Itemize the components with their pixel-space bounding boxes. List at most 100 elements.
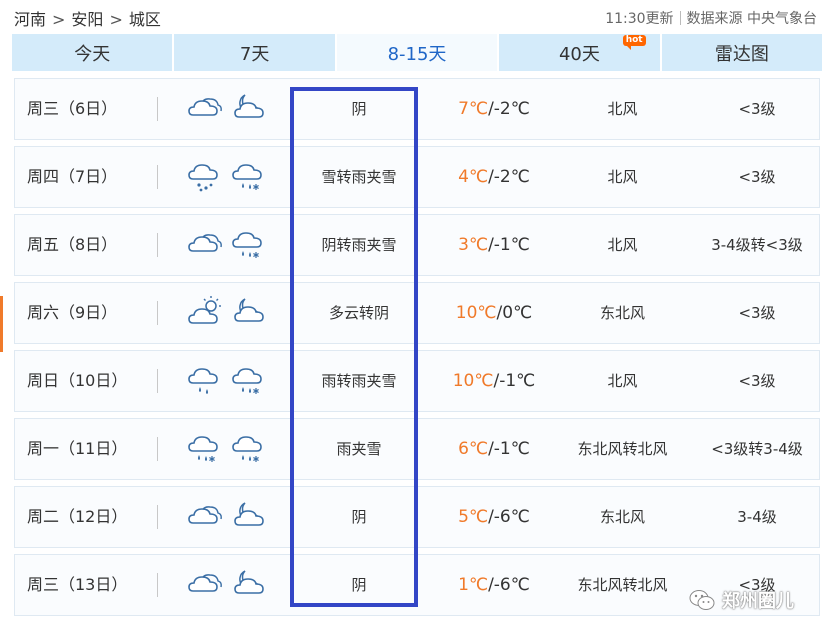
day-label: 周五（8日）: [27, 235, 118, 254]
weather-icons: [187, 91, 271, 127]
temp-low: -1℃: [499, 371, 536, 391]
divider: [157, 573, 158, 597]
weather-icons: [187, 567, 271, 603]
wind-direction: 北风: [607, 168, 638, 186]
tab-label: 40天: [558, 43, 600, 65]
temperature: 7℃/-2℃: [435, 79, 553, 139]
wind-direction: 北风: [607, 372, 638, 390]
divider: [157, 301, 158, 325]
wind-level: 3-4级: [737, 508, 777, 526]
divider: [157, 165, 158, 189]
sleet-icon: [232, 368, 262, 394]
weather-description: 阴: [351, 100, 367, 118]
cloudy-night-icon: [234, 298, 264, 322]
forecast-row[interactable]: 周二（12日） 阴 5℃/-6℃ 东北风 3-4级: [14, 486, 820, 548]
temp-low: -2℃: [493, 99, 530, 119]
breadcrumb-province[interactable]: 河南: [14, 6, 46, 30]
wind-level: <3级: [738, 372, 776, 390]
temp-high: 3℃: [458, 235, 489, 255]
forecast-row[interactable]: 周四（7日） 雪转雨夹雪 4℃/-2℃ 北风 <3级: [14, 146, 820, 208]
temp-low: -1℃: [493, 439, 530, 459]
day-label: 周三（13日）: [27, 575, 128, 594]
sleet-icon: [232, 232, 262, 258]
weather-description: 阴转雨夹雪: [321, 236, 397, 254]
breadcrumb-city[interactable]: 安阳: [71, 6, 103, 30]
tab-7-days[interactable]: 7天: [174, 34, 335, 71]
forecast-row[interactable]: 周五（8日） 阴转雨夹雪 3℃/-1℃ 北风 3-4级转<3级: [14, 214, 820, 276]
wind-direction: 北风: [607, 100, 638, 118]
sleet-icon: [188, 436, 218, 462]
temperature: 10℃/0℃: [435, 283, 553, 343]
weather-description: 阴: [351, 576, 367, 594]
temperature: 5℃/-6℃: [435, 487, 553, 547]
wind-direction: 东北风: [599, 304, 645, 322]
cloudy-night-icon: [234, 570, 264, 594]
wind-level: <3级: [738, 304, 776, 322]
tab-today[interactable]: 今天: [12, 34, 173, 71]
temperature: 10℃/-1℃: [435, 351, 553, 411]
tab-label: 8-15天: [387, 43, 447, 65]
wind-direction: 东北风: [599, 508, 645, 526]
weather-icons: [187, 227, 271, 263]
forecast-row[interactable]: 周日（10日） 雨转雨夹雪 10℃/-1℃ 北风 <3级: [14, 350, 820, 412]
breadcrumb: 河南 > 安阳 > 城区: [14, 6, 161, 30]
weather-description: 雨转雨夹雪: [321, 372, 397, 390]
day-label: 周六（9日）: [27, 303, 118, 322]
breadcrumb-separator: >: [52, 10, 66, 29]
weather-icons: [187, 159, 271, 195]
forecast-row[interactable]: 周一（11日） 雨夹雪 6℃/-1℃ 东北风转北风 <3级转3-4级: [14, 418, 820, 480]
weather-icons: [187, 295, 271, 331]
cloudy-night-icon: [234, 94, 264, 118]
tab-label: 今天: [74, 43, 111, 65]
cloudy-icon: [188, 574, 222, 592]
tab-40-days[interactable]: 40天 hot: [499, 34, 660, 71]
temp-high: 4℃: [458, 167, 489, 187]
divider: [679, 11, 681, 25]
divider: [157, 233, 158, 257]
tab-8-15-days[interactable]: 8-15天: [336, 34, 498, 71]
wind-level: <3级: [738, 100, 776, 118]
temp-high: 6℃: [458, 439, 489, 459]
watermark-text: 郑州圈儿: [722, 591, 794, 612]
temp-high: 1℃: [458, 575, 489, 595]
weather-description: 雨夹雪: [336, 440, 382, 458]
weather-icons: [187, 431, 271, 467]
day-label: 周一（11日）: [27, 439, 128, 458]
cloudy-night-icon: [234, 502, 264, 526]
cloudy-icon: [188, 98, 222, 116]
hot-badge: hot: [622, 35, 646, 50]
data-source: 数据来源 中央气象台: [686, 11, 817, 27]
watermark: 郑州圈儿: [688, 584, 794, 616]
divider: [157, 369, 158, 393]
wind-level: <3级: [738, 168, 776, 186]
temperature: 3℃/-1℃: [435, 215, 553, 275]
forecast-row[interactable]: 周三（6日） 阴 7℃/-2℃ 北风 <3级: [14, 78, 820, 140]
temperature: 4℃/-2℃: [435, 147, 553, 207]
partly-cloudy-icon: [188, 296, 221, 324]
temp-high: 10℃: [455, 303, 497, 323]
forecast-list: 周三（6日）阴 7℃/-2℃ 北风 <3级 周四（7日） 雪转雨夹雪 4℃/-2℃ 北风 <3级…: [14, 78, 820, 622]
day-label: 周四（7日）: [27, 167, 118, 186]
cloudy-icon: [188, 234, 222, 252]
temp-high: 5℃: [458, 507, 489, 527]
rain-icon: [188, 368, 218, 394]
breadcrumb-district: 城区: [128, 10, 161, 29]
temperature: 1℃/-6℃: [435, 555, 553, 615]
forecast-tabs: 今天 7天 8-15天 40天 hot 雷达图: [12, 34, 823, 71]
temp-low: -6℃: [493, 575, 530, 595]
divider: [157, 437, 158, 461]
temp-high: 10℃: [452, 371, 494, 391]
forecast-row[interactable]: 周六（9日） 多云转阴 10℃/0℃ 东北风 <3级: [14, 282, 820, 344]
day-label: 周日（10日）: [27, 371, 128, 390]
weather-description: 雪转雨夹雪: [321, 168, 397, 186]
day-label: 周三（6日）: [27, 99, 118, 118]
wind-level: <3级转3-4级: [711, 440, 803, 458]
update-info: 11:30更新 数据来源 中央气象台: [605, 8, 817, 28]
cloudy-icon: [188, 506, 222, 524]
update-time: 11:30更新: [605, 11, 674, 27]
selection-accent: [0, 296, 3, 352]
tab-radar[interactable]: 雷达图: [661, 34, 823, 71]
wind-direction: 北风: [607, 236, 638, 254]
temperature: 6℃/-1℃: [435, 419, 553, 479]
snow-icon: [188, 164, 218, 192]
